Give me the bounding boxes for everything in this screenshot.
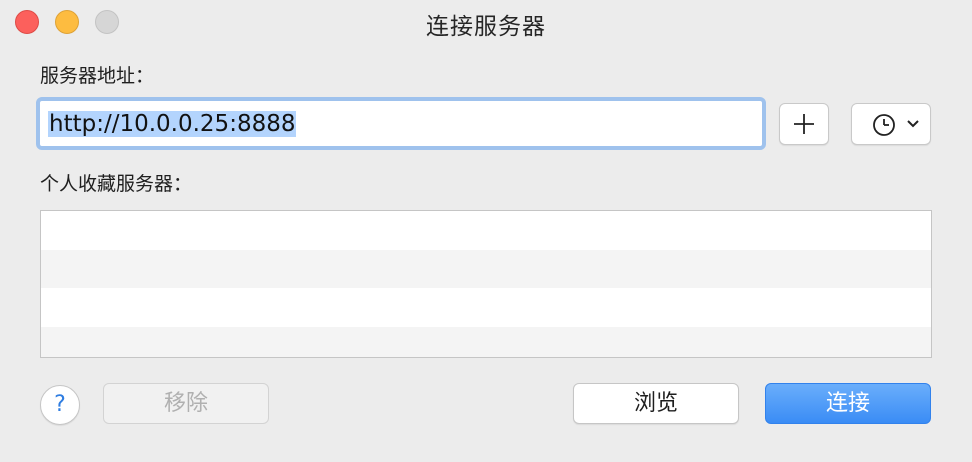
list-item[interactable] xyxy=(41,211,931,250)
add-favorite-button[interactable] xyxy=(779,103,829,145)
list-item[interactable] xyxy=(41,288,931,327)
browse-button[interactable]: 浏览 xyxy=(573,383,739,424)
plus-icon xyxy=(794,114,814,134)
recent-servers-button[interactable] xyxy=(851,103,931,145)
remove-button: 移除 xyxy=(103,383,269,424)
connect-to-server-window: 连接服务器 服务器地址： http://10.0.0.25:8888 个人收藏服… xyxy=(0,0,972,462)
connect-button[interactable]: 连接 xyxy=(765,383,931,424)
favorite-servers-label: 个人收藏服务器： xyxy=(40,173,193,195)
list-item[interactable] xyxy=(41,326,931,357)
server-address-label: 服务器地址： xyxy=(40,65,155,87)
server-address-value: http://10.0.0.25:8888 xyxy=(48,111,297,137)
favorite-servers-list[interactable] xyxy=(40,210,932,358)
help-button[interactable]: ? xyxy=(40,385,80,425)
server-address-input[interactable]: http://10.0.0.25:8888 xyxy=(36,97,766,150)
clock-icon xyxy=(873,114,895,136)
title-bar: 连接服务器 xyxy=(0,0,972,44)
chevron-down-icon xyxy=(907,120,919,128)
window-title: 连接服务器 xyxy=(426,14,546,40)
list-item[interactable] xyxy=(41,249,931,288)
